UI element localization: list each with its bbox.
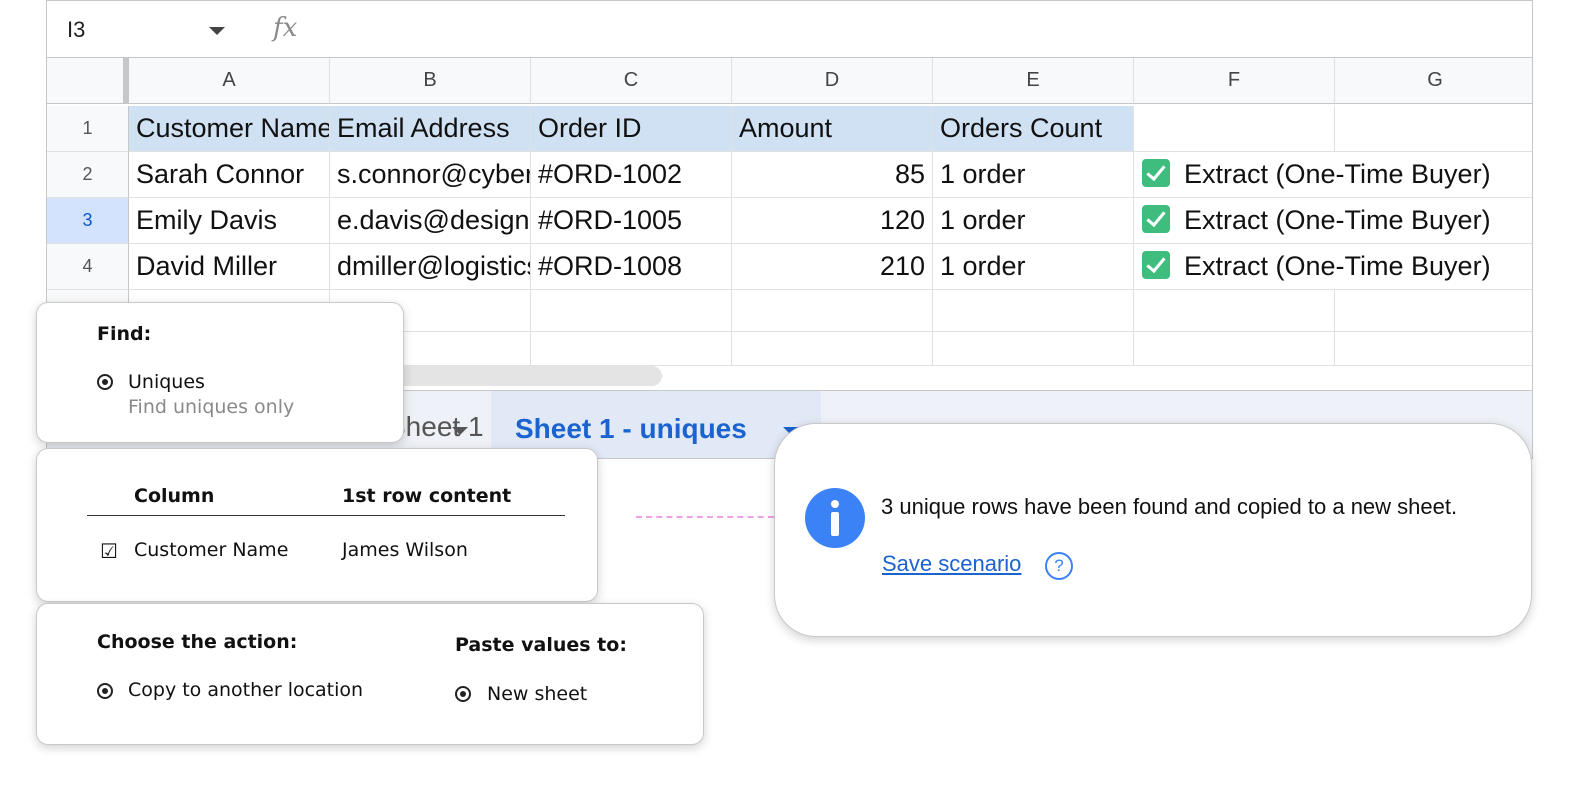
cell[interactable]: Extract (One-Time Buyer)	[1134, 198, 1532, 244]
uniques-option-label[interactable]: Uniques	[128, 371, 205, 393]
action-panel: Choose the action: Copy to another locat…	[36, 603, 704, 745]
cell[interactable]: s.connor@cyberdyne	[330, 152, 531, 198]
column-header-label: Column	[134, 485, 215, 507]
cell[interactable]: e.davis@design	[330, 198, 531, 244]
column-header-e[interactable]: E	[933, 58, 1134, 104]
cell[interactable]	[1134, 106, 1335, 152]
checkbox-checked-icon[interactable]: ☑	[100, 539, 118, 563]
cell[interactable]: 85	[732, 152, 933, 198]
checkbox-checked-icon[interactable]	[1142, 250, 1170, 279]
divider	[87, 515, 565, 516]
column-name[interactable]: Customer Name	[134, 539, 288, 561]
result-info-panel: 3 unique rows have been found and copied…	[774, 423, 1532, 637]
chevron-down-icon[interactable]	[209, 27, 225, 35]
cell-text: Extract (One-Time Buyer)	[1184, 251, 1491, 281]
uniques-option-description: Find uniques only	[128, 396, 295, 418]
table-row: 1 Customer Name Email Address Order ID A…	[47, 106, 1532, 152]
new-sheet-option-label[interactable]: New sheet	[487, 683, 587, 705]
help-icon[interactable]: ?	[1045, 552, 1073, 580]
cell[interactable]: 1 order	[933, 198, 1134, 244]
cell-text: Extract (One-Time Buyer)	[1184, 159, 1491, 189]
cell[interactable]: David Miller	[129, 244, 330, 290]
cell[interactable]: Amount	[732, 106, 933, 152]
cell[interactable]	[531, 332, 732, 366]
column-header-c[interactable]: C	[531, 58, 732, 104]
cell[interactable]: Customer Name	[129, 106, 330, 152]
formula-bar: I3 fx	[47, 0, 1532, 58]
cell[interactable]	[1335, 106, 1532, 152]
cell[interactable]: Order ID	[531, 106, 732, 152]
checkbox-checked-icon[interactable]	[1142, 158, 1170, 187]
copy-option-label[interactable]: Copy to another location	[128, 679, 363, 701]
column-header-f[interactable]: F	[1134, 58, 1335, 104]
table-row: 2 Sarah Connor s.connor@cyberdyne #ORD-1…	[47, 152, 1532, 198]
result-message: 3 unique rows have been found and copied…	[881, 494, 1458, 519]
new-sheet-radio[interactable]	[455, 686, 471, 702]
cell[interactable]	[1134, 332, 1335, 366]
uniques-radio[interactable]	[97, 374, 113, 390]
cell[interactable]: 210	[732, 244, 933, 290]
info-icon	[805, 488, 865, 548]
cell[interactable]	[1134, 290, 1335, 332]
column-header-d[interactable]: D	[732, 58, 933, 104]
table-row: 3 Emily Davis e.davis@design #ORD-1005 1…	[47, 198, 1532, 244]
cell[interactable]: dmiller@logistics	[330, 244, 531, 290]
column-header-g[interactable]: G	[1335, 58, 1532, 104]
chevron-down-icon[interactable]	[452, 427, 468, 435]
cell[interactable]: #ORD-1008	[531, 244, 732, 290]
cell[interactable]	[1335, 290, 1532, 332]
cell[interactable]: 120	[732, 198, 933, 244]
paste-title: Paste values to:	[455, 634, 627, 656]
horizontal-scrollbar[interactable]	[397, 366, 662, 386]
cell[interactable]: #ORD-1002	[531, 152, 732, 198]
find-title: Find:	[97, 323, 152, 345]
save-scenario-link[interactable]: Save scenario	[882, 551, 1021, 577]
cell[interactable]	[531, 290, 732, 332]
cell[interactable]	[933, 290, 1134, 332]
row-header[interactable]: 3	[47, 198, 129, 244]
cell[interactable]: Sarah Connor	[129, 152, 330, 198]
cell[interactable]: 1 order	[933, 244, 1134, 290]
cell[interactable]: 1 order	[933, 152, 1134, 198]
table-row: 4 David Miller dmiller@logistics #ORD-10…	[47, 244, 1532, 290]
action-title: Choose the action:	[97, 631, 298, 653]
first-row-content-header-label: 1st row content	[342, 485, 512, 507]
cell[interactable]	[732, 290, 933, 332]
cell[interactable]: Orders Count	[933, 106, 1134, 152]
row-header[interactable]: 1	[47, 106, 129, 152]
dashed-arrow-line	[636, 516, 784, 518]
cell[interactable]: Extract (One-Time Buyer)	[1134, 152, 1532, 198]
fx-icon: fx	[273, 13, 298, 43]
column-header-a[interactable]: A	[129, 58, 330, 104]
column-header-b[interactable]: B	[330, 58, 531, 104]
find-panel: Find: Uniques Find uniques only	[36, 302, 404, 443]
select-all-corner[interactable]	[47, 58, 129, 104]
cell[interactable]: Emily Davis	[129, 198, 330, 244]
row-header[interactable]: 2	[47, 152, 129, 198]
copy-radio[interactable]	[97, 683, 113, 699]
first-row-content: James Wilson	[342, 539, 468, 561]
checkbox-checked-icon[interactable]	[1142, 204, 1170, 233]
cell[interactable]: #ORD-1005	[531, 198, 732, 244]
cell[interactable]: Extract (One-Time Buyer)	[1134, 244, 1532, 290]
column-header-row: A B C D E F G	[47, 58, 1532, 104]
cell[interactable]	[732, 332, 933, 366]
row-header[interactable]: 4	[47, 244, 129, 290]
name-box[interactable]: I3	[67, 17, 85, 43]
cell[interactable]	[1335, 332, 1532, 366]
tab-label: Sheet 1 - uniques	[515, 413, 747, 444]
cell[interactable]	[933, 332, 1134, 366]
cell-text: Extract (One-Time Buyer)	[1184, 205, 1491, 235]
column-selection-panel: Column 1st row content ☑ Customer Name J…	[36, 448, 598, 602]
cell[interactable]: Email Address	[330, 106, 531, 152]
